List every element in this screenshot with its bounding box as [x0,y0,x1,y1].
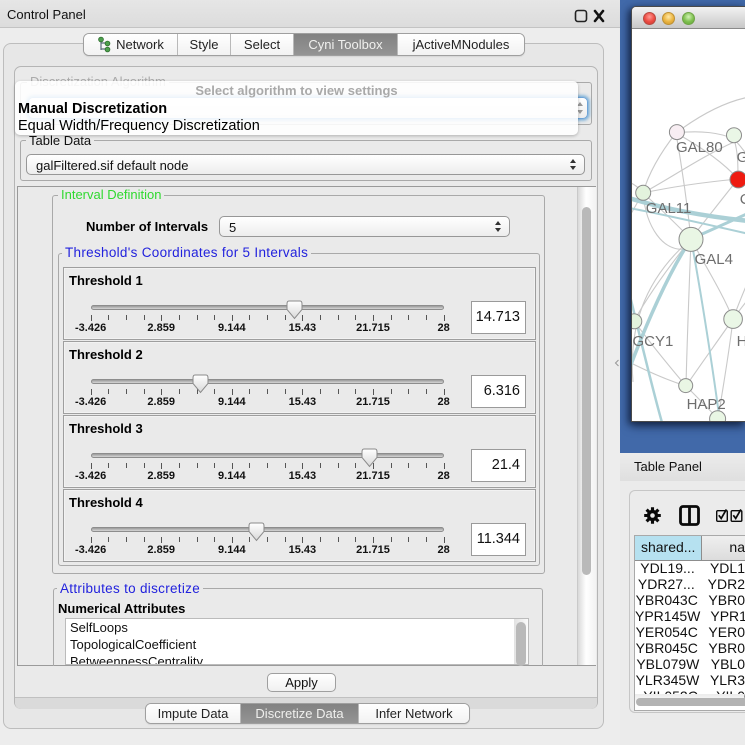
svg-text:GAL80: GAL80 [676,139,723,156]
svg-text:GCY1: GCY1 [633,333,674,350]
svg-text:HAP2: HAP2 [687,396,726,413]
svg-text:GA: GA [737,149,745,166]
svg-text:GAL11: GAL11 [646,200,692,217]
svg-text:C: C [740,191,745,208]
svg-text:HA: HA [737,333,745,350]
svg-text:GAL4: GAL4 [695,251,733,268]
